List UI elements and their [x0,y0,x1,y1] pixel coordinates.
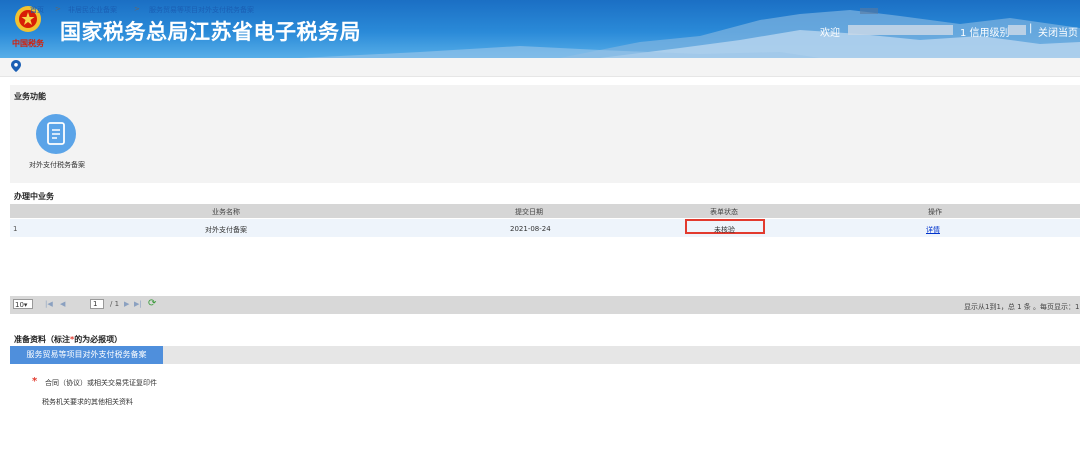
site-title: 国家税务总局江苏省电子税务局 [60,20,361,44]
location-pin-icon [11,60,21,72]
row-index: 1 [13,225,18,233]
page-size-select[interactable]: 10▾ [13,299,33,309]
credit-level-label: 1 信用级别 [960,28,1010,39]
pagination-bar [10,296,1080,314]
document-item-other: 税务机关要求的其他相关资料 [42,398,133,406]
prev-page-icon[interactable]: ◀ [60,300,65,308]
column-header-name: 业务名称 [212,208,240,216]
redacted-credit-level [1008,25,1026,35]
pagination-summary: 显示从1到1，总 1 条 。每页显示：10 [964,303,1080,311]
breadcrumb [0,58,1080,77]
redacted-username [848,25,953,35]
tab-service-trade-filing[interactable]: 服务贸易等项目对外支付税务备案 [10,346,163,364]
page-number-input[interactable]: 1 [90,299,104,309]
slogan-logo: 中国税务 [12,39,44,48]
details-link[interactable]: 详情 [926,225,940,235]
column-header-date: 提交日期 [515,208,543,216]
breadcrumb-current: 服务贸易等项目对外支付税务备案 [149,6,254,14]
column-header-status: 表单状态 [710,208,738,216]
business-functions-title: 业务功能 [14,92,46,101]
document-icon[interactable] [36,114,76,154]
column-header-action: 操作 [928,208,942,216]
total-pages: / 1 [110,300,120,308]
required-star-icon: * [32,376,38,387]
breadcrumb-nonresident[interactable]: 非居民企业备案 [68,5,117,15]
row-status: 未核验 [714,226,735,234]
prep-tab-bar [10,346,1080,364]
in-progress-title: 办理中业务 [14,192,54,201]
first-page-icon[interactable]: |◀ [45,300,53,308]
row-business-name: 对外支付备案 [205,226,247,234]
table-header [10,204,1080,218]
last-page-icon[interactable]: ▶| [134,300,142,308]
breadcrumb-home[interactable]: 首页 [30,5,44,15]
document-item-contract: 合同（协议）或相关交易凭证复印件 [45,379,157,387]
breadcrumb-separator: > [134,5,140,13]
refresh-icon[interactable]: ⟳ [148,298,156,309]
breadcrumb-separator: > [55,5,61,13]
row-submit-date: 2021-08-24 [510,225,551,233]
business-functions-panel [10,85,1080,183]
header-separator: | [1029,23,1033,34]
welcome-text: 欢迎 [820,28,840,39]
close-page-link[interactable]: 关闭当页 [1038,24,1078,39]
next-page-icon[interactable]: ▶ [124,300,129,308]
function-label[interactable]: 对外支付税务备案 [29,160,85,170]
prep-materials-title: 准备资料（标注*的为必报项） [14,335,123,344]
